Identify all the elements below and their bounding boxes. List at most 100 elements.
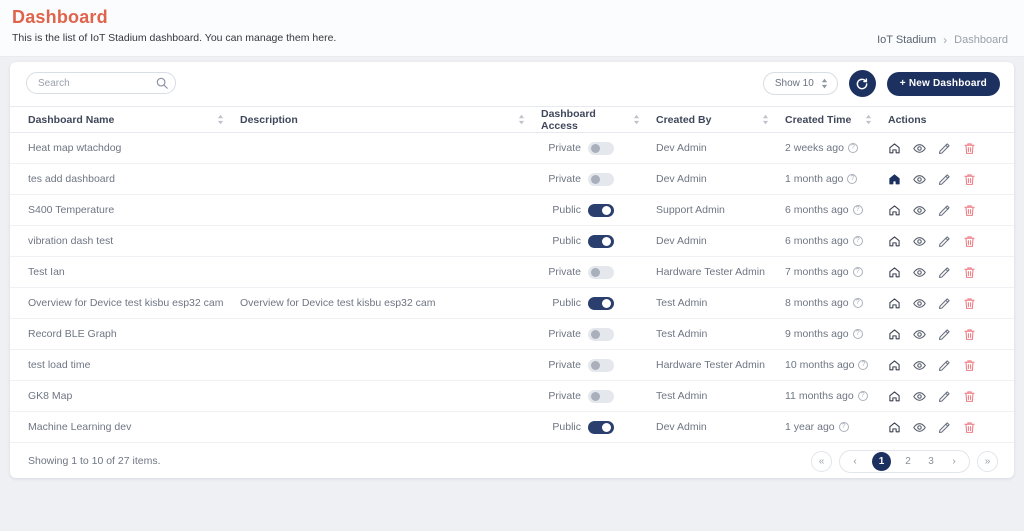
toggle-knob bbox=[591, 329, 600, 339]
sort-icon bbox=[762, 114, 769, 125]
view-button[interactable] bbox=[913, 328, 926, 341]
access-toggle[interactable] bbox=[588, 296, 614, 310]
access-toggle[interactable] bbox=[588, 172, 614, 186]
cell-dashboard-name: Test Ian bbox=[28, 266, 65, 278]
cell-dashboard-access: Private bbox=[541, 327, 656, 341]
cell-created-time: 8 months ago ? bbox=[785, 297, 888, 309]
set-home-button[interactable] bbox=[888, 235, 901, 248]
search-input[interactable] bbox=[26, 72, 176, 94]
cell-created-time: 1 year ago ? bbox=[785, 421, 888, 433]
page-button-2[interactable]: 2 bbox=[902, 456, 914, 467]
column-header-created-by[interactable]: Created By bbox=[656, 114, 785, 126]
sort-icon bbox=[865, 114, 872, 125]
page-button-1[interactable]: 1 bbox=[872, 451, 891, 471]
delete-button[interactable] bbox=[963, 142, 976, 155]
access-toggle[interactable] bbox=[588, 327, 614, 341]
cell-description: Overview for Device test kisbu esp32 cam bbox=[240, 297, 436, 309]
edit-button[interactable] bbox=[938, 421, 951, 434]
access-toggle[interactable] bbox=[588, 203, 614, 217]
edit-button[interactable] bbox=[938, 266, 951, 279]
delete-button[interactable] bbox=[963, 173, 976, 186]
column-header-description[interactable]: Description bbox=[240, 114, 541, 126]
trash-icon bbox=[964, 235, 975, 247]
set-home-button[interactable] bbox=[888, 390, 901, 403]
created-time-text: 8 months ago bbox=[785, 297, 849, 309]
view-button[interactable] bbox=[913, 235, 926, 248]
cell-actions bbox=[888, 235, 996, 248]
column-header-dashboard-name[interactable]: Dashboard Name bbox=[28, 114, 240, 126]
created-time-text: 6 months ago bbox=[785, 235, 849, 247]
breadcrumb-parent[interactable]: IoT Stadium bbox=[877, 34, 936, 46]
refresh-button[interactable] bbox=[848, 70, 876, 97]
page-button-3[interactable]: 3 bbox=[925, 456, 937, 467]
delete-button[interactable] bbox=[963, 235, 976, 248]
table-row: Record BLE Graph Private Test Admin 9 mo… bbox=[10, 319, 1014, 350]
edit-button[interactable] bbox=[938, 235, 951, 248]
select-spinner-icon bbox=[821, 78, 827, 89]
created-time-text: 1 year ago bbox=[785, 421, 835, 433]
edit-button[interactable] bbox=[938, 204, 951, 217]
set-home-button[interactable] bbox=[888, 297, 901, 310]
view-button[interactable] bbox=[913, 390, 926, 403]
delete-button[interactable] bbox=[963, 204, 976, 217]
first-page-button[interactable]: « bbox=[811, 450, 832, 472]
edit-button[interactable] bbox=[938, 359, 951, 372]
next-page-button[interactable]: › bbox=[948, 456, 960, 467]
page-size-select[interactable]: Show 10 bbox=[762, 72, 838, 95]
edit-button[interactable] bbox=[938, 142, 951, 155]
set-home-button[interactable] bbox=[888, 204, 901, 217]
toggle-knob bbox=[602, 236, 611, 246]
table-row: vibration dash test Public Dev Admin 6 m… bbox=[10, 226, 1014, 257]
view-button[interactable] bbox=[913, 204, 926, 217]
view-button[interactable] bbox=[913, 421, 926, 434]
set-home-button[interactable] bbox=[888, 328, 901, 341]
help-circle-icon: ? bbox=[852, 329, 863, 339]
cell-created-by: Hardware Tester Admin bbox=[656, 359, 765, 371]
view-button[interactable] bbox=[913, 142, 926, 155]
last-page-button[interactable]: » bbox=[977, 450, 998, 472]
help-circle-icon: ? bbox=[847, 174, 858, 184]
delete-button[interactable] bbox=[963, 328, 976, 341]
access-toggle[interactable] bbox=[588, 420, 614, 434]
cell-created-by: Dev Admin bbox=[656, 235, 707, 247]
delete-button[interactable] bbox=[963, 359, 976, 372]
edit-button[interactable] bbox=[938, 390, 951, 403]
toggle-knob bbox=[591, 267, 600, 277]
delete-button[interactable] bbox=[963, 266, 976, 279]
edit-button[interactable] bbox=[938, 173, 951, 186]
view-button[interactable] bbox=[913, 359, 926, 372]
help-circle-icon: ? bbox=[838, 422, 849, 432]
new-dashboard-button[interactable]: + New Dashboard bbox=[886, 71, 1000, 96]
set-home-button[interactable] bbox=[888, 266, 901, 279]
access-toggle[interactable] bbox=[588, 358, 614, 372]
cell-actions bbox=[888, 390, 996, 403]
cell-created-by: Dev Admin bbox=[656, 421, 707, 433]
access-label: Private bbox=[548, 328, 581, 340]
cell-dashboard-access: Private bbox=[541, 141, 656, 155]
cell-created-time: 6 months ago ? bbox=[785, 235, 888, 247]
access-toggle[interactable] bbox=[588, 234, 614, 248]
cell-created-by: Support Admin bbox=[656, 204, 725, 216]
set-home-button[interactable] bbox=[888, 421, 901, 434]
edit-button[interactable] bbox=[938, 328, 951, 341]
trash-icon bbox=[964, 204, 975, 216]
trash-icon bbox=[964, 173, 975, 185]
view-button[interactable] bbox=[913, 173, 926, 186]
edit-button[interactable] bbox=[938, 297, 951, 310]
view-button[interactable] bbox=[913, 266, 926, 279]
set-home-button[interactable] bbox=[888, 142, 901, 155]
prev-page-button[interactable]: ‹ bbox=[849, 456, 861, 467]
delete-button[interactable] bbox=[963, 390, 976, 403]
set-home-button[interactable] bbox=[888, 173, 901, 186]
view-button[interactable] bbox=[913, 297, 926, 310]
delete-button[interactable] bbox=[963, 421, 976, 434]
column-header-created-time[interactable]: Created Time bbox=[785, 114, 888, 126]
access-toggle[interactable] bbox=[588, 389, 614, 403]
home-icon bbox=[889, 297, 900, 308]
dashboard-list-card: Show 10 + New Dashboard Dashboard Name D… bbox=[10, 62, 1014, 478]
column-header-dashboard-access[interactable]: Dashboard Access bbox=[541, 108, 656, 132]
access-toggle[interactable] bbox=[588, 265, 614, 279]
delete-button[interactable] bbox=[963, 297, 976, 310]
set-home-button[interactable] bbox=[888, 359, 901, 372]
access-toggle[interactable] bbox=[588, 141, 614, 155]
